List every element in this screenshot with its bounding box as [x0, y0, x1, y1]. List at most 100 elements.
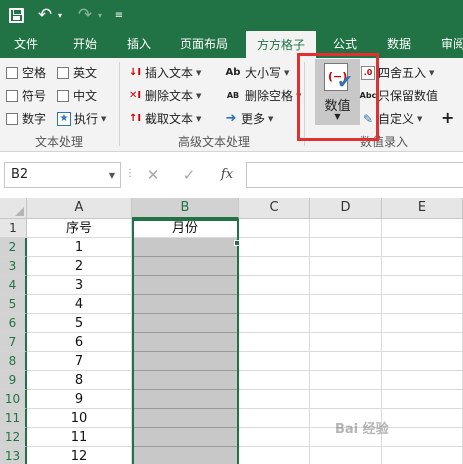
enter-icon[interactable]: ✓: [178, 164, 200, 186]
formula-input[interactable]: [246, 162, 463, 188]
delete-text-button[interactable]: ✕I 删除文本 ▼: [128, 87, 201, 104]
cell-b10[interactable]: [132, 390, 239, 409]
cell-d4[interactable]: [310, 276, 382, 295]
row-header[interactable]: 9: [0, 371, 27, 390]
cell-e7[interactable]: [382, 333, 463, 352]
cell-b9[interactable]: [132, 371, 239, 390]
cell-c11[interactable]: [239, 409, 310, 428]
tab-review[interactable]: 审阅: [430, 30, 463, 58]
cell-a4[interactable]: 3: [27, 276, 132, 295]
select-all-button[interactable]: [0, 198, 27, 219]
cell-d13[interactable]: [310, 447, 382, 464]
delete-space-button[interactable]: AB 删除空格 ▼: [224, 87, 302, 104]
cell-e13[interactable]: [382, 447, 463, 464]
column-header-e[interactable]: E: [382, 198, 463, 219]
cell-a8[interactable]: 7: [27, 352, 132, 371]
extract-text-button[interactable]: ↑I 截取文本 ▼: [128, 110, 201, 127]
cell-e11[interactable]: [382, 409, 463, 428]
row-header[interactable]: 4: [0, 276, 27, 295]
column-header-c[interactable]: C: [239, 198, 310, 219]
column-header-b[interactable]: B: [132, 198, 239, 219]
cell-c3[interactable]: [239, 257, 310, 276]
cell-a13[interactable]: 12: [27, 447, 132, 464]
cell-d9[interactable]: [310, 371, 382, 390]
checkbox-symbol[interactable]: 符号: [6, 87, 46, 104]
row-header[interactable]: 7: [0, 333, 27, 352]
cell-d10[interactable]: [310, 390, 382, 409]
fill-handle[interactable]: [234, 240, 240, 246]
checkbox-chinese[interactable]: 中文: [57, 87, 97, 104]
cell-c10[interactable]: [239, 390, 310, 409]
cell-e6[interactable]: [382, 314, 463, 333]
row-header[interactable]: 10: [0, 390, 27, 409]
row-header[interactable]: 13: [0, 447, 27, 464]
checkbox-space[interactable]: 空格: [6, 64, 46, 81]
cell-e10[interactable]: [382, 390, 463, 409]
undo-dropdown-icon[interactable]: ▾: [55, 5, 65, 25]
cell-e2[interactable]: [382, 238, 463, 257]
checkbox-english[interactable]: 英文: [57, 64, 97, 81]
cell-c4[interactable]: [239, 276, 310, 295]
execute-button[interactable]: ★ 执行 ▼: [57, 110, 106, 127]
redo-dropdown-icon[interactable]: ▾: [95, 5, 105, 25]
row-header[interactable]: 1: [0, 219, 27, 238]
cell-a11[interactable]: 10: [27, 409, 132, 428]
cell-c5[interactable]: [239, 295, 310, 314]
cell-d8[interactable]: [310, 352, 382, 371]
cell-e5[interactable]: [382, 295, 463, 314]
cell-e9[interactable]: [382, 371, 463, 390]
column-header-a[interactable]: A: [27, 198, 132, 219]
cell-a2[interactable]: 1: [27, 238, 132, 257]
cell-c7[interactable]: [239, 333, 310, 352]
cell-b7[interactable]: [132, 333, 239, 352]
row-header[interactable]: 3: [0, 257, 27, 276]
row-header[interactable]: 2: [0, 238, 27, 257]
cell-a9[interactable]: 8: [27, 371, 132, 390]
cell-d7[interactable]: [310, 333, 382, 352]
cell-b11[interactable]: [132, 409, 239, 428]
cell-c9[interactable]: [239, 371, 310, 390]
cell-d5[interactable]: [310, 295, 382, 314]
cell-b1[interactable]: 月份: [132, 219, 239, 238]
splitter-icon[interactable]: ⋮: [125, 168, 135, 179]
row-header[interactable]: 5: [0, 295, 27, 314]
cell-d2[interactable]: [310, 238, 382, 257]
cell-b6[interactable]: [132, 314, 239, 333]
redo-icon[interactable]: ↷: [74, 5, 96, 25]
column-header-d[interactable]: D: [310, 198, 382, 219]
cell-a7[interactable]: 6: [27, 333, 132, 352]
case-button[interactable]: Ab 大小写 ▼: [224, 64, 290, 81]
cell-b12[interactable]: [132, 428, 239, 447]
cell-d3[interactable]: [310, 257, 382, 276]
row-header[interactable]: 12: [0, 428, 27, 447]
tab-insert[interactable]: 插入: [116, 30, 162, 58]
tab-file[interactable]: 文件: [0, 30, 52, 58]
row-header[interactable]: 6: [0, 314, 27, 333]
checkbox-number[interactable]: 数字: [6, 110, 46, 127]
cell-e12[interactable]: [382, 428, 463, 447]
more-button[interactable]: ➜ 更多 ▼: [224, 110, 274, 127]
cell-e1[interactable]: [382, 219, 463, 238]
cell-a5[interactable]: 4: [27, 295, 132, 314]
row-header[interactable]: 8: [0, 352, 27, 371]
tab-data[interactable]: 数据: [376, 30, 422, 58]
tab-home[interactable]: 开始: [57, 30, 113, 58]
save-icon[interactable]: [6, 5, 26, 25]
cell-d1[interactable]: [310, 219, 382, 238]
cell-c12[interactable]: [239, 428, 310, 447]
cell-b13[interactable]: [132, 447, 239, 464]
row-header[interactable]: 11: [0, 409, 27, 428]
insert-text-button[interactable]: ↓I 插入文本 ▼: [128, 64, 201, 81]
tab-page-layout[interactable]: 页面布局: [168, 30, 240, 58]
insert-function-icon[interactable]: fx: [215, 164, 239, 186]
cell-a12[interactable]: 11: [27, 428, 132, 447]
cell-c2[interactable]: [239, 238, 310, 257]
cell-b4[interactable]: [132, 276, 239, 295]
undo-icon[interactable]: ↶: [34, 5, 56, 25]
cell-c13[interactable]: [239, 447, 310, 464]
cancel-icon[interactable]: ✕: [142, 164, 164, 186]
cell-c1[interactable]: [239, 219, 310, 238]
cell-b8[interactable]: [132, 352, 239, 371]
cell-b3[interactable]: [132, 257, 239, 276]
customize-qat-icon[interactable]: ≡: [113, 5, 125, 25]
